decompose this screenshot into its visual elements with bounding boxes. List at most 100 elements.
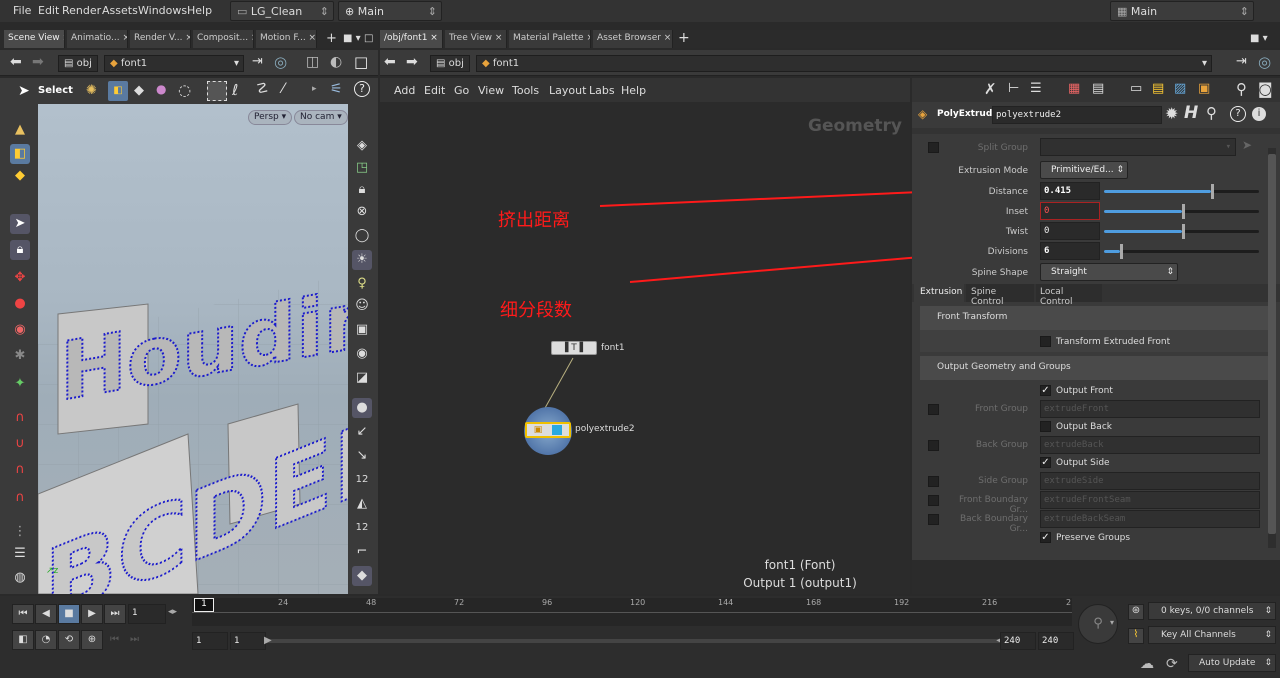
target-icon[interactable]: ◌ [178,81,191,99]
divisions-field[interactable]: 6 [1040,242,1100,260]
lock-camera-icon[interactable]: 🔒︎ [352,180,372,200]
light-icon[interactable]: ☀ [352,250,372,270]
bottom-display-icon[interactable]: ◆ [352,566,372,586]
scale-icon[interactable]: ◉ [10,320,30,340]
visibility-icon[interactable]: ◉ [352,344,372,364]
net-menu-go[interactable]: Go [454,84,469,97]
chevron-right-icon[interactable]: ▸ [312,84,317,94]
range-start-field[interactable]: 1 [192,632,228,650]
node-name-field[interactable]: polyextrude2 [992,106,1162,124]
front-transform-section[interactable]: Front Transform [920,306,1268,330]
select-arrow-icon[interactable]: ➤ [1242,138,1252,152]
output-back-checkbox[interactable] [1040,421,1051,432]
play-reverse-icon[interactable]: ◀ [35,604,57,624]
network-editor[interactable]: Geometry 挤出距离 细分段数 ▐ T ▌ font1 ▣ polyext… [380,102,910,594]
range-start2-field[interactable]: 1 [230,632,266,650]
add-tab-icon[interactable]: + [678,30,690,46]
image-icon[interactable]: ▨ [1174,81,1186,96]
tab-spine-control[interactable]: Spine Control [966,284,1034,307]
list-icon[interactable]: ☰ [1030,81,1042,96]
step-frame-icon[interactable]: ◂▸ [168,607,177,617]
cube-select-icon[interactable]: ◧ [10,144,30,164]
normal-icon[interactable]: ↙ [352,422,372,442]
lasso-icon[interactable]: ℓ [232,81,238,99]
loop-icon[interactable]: ⟲ [58,630,80,650]
transform-front-checkbox[interactable] [1040,336,1051,347]
pointer-icon[interactable]: ➤ [10,214,30,234]
persp-menu[interactable]: Persp ▾ [248,110,293,125]
realtime-icon[interactable]: ◧ [12,630,34,650]
help-icon[interactable]: ? [354,81,370,97]
table-icon[interactable]: ▤ [1092,81,1104,96]
path-node[interactable]: ◆ font1 ▾ [104,55,244,72]
font-node-label[interactable]: font1 [601,343,625,353]
last-frame-icon[interactable]: ⏭ [104,604,126,624]
select-tool-label[interactable]: Select [38,85,73,96]
menu-edit[interactable]: Edit [38,4,59,17]
stop-icon[interactable]: ■ [58,604,80,624]
split-group-toggle[interactable] [928,142,939,153]
point-display-icon[interactable]: ● [352,398,372,418]
twist-slider[interactable] [1104,224,1259,239]
prim-number-icon[interactable]: 12 [352,518,372,538]
desktop-dropdown[interactable]: ⊕ Main ⇕ [338,1,442,21]
box-icon[interactable]: ▣ [1198,81,1210,96]
ortho-icon[interactable]: ⌐ [352,542,372,562]
range-end2-field[interactable]: 240 [1038,632,1074,650]
camera-menu[interactable]: No cam ▾ [294,110,348,125]
path-node[interactable]: ◆ font1 ▾ [476,55,1212,72]
filter-icon[interactable]: ⚟ [330,81,343,97]
divisions-slider[interactable] [1104,244,1259,259]
polyextrude-node[interactable]: ▣ [525,422,571,438]
spine-shape-dropdown[interactable]: Straight ⇕ [1040,263,1178,281]
pin-display-icon[interactable]: ↘ [352,446,372,466]
magnet-icon[interactable]: ∩ [10,408,30,428]
tab-network-path[interactable]: /obj/font1 × [380,30,443,48]
keyframe-icon[interactable]: ⊛ [1128,604,1144,620]
tab-tree-view[interactable]: Tree View × [445,30,507,48]
shading-icon[interactable]: ◯ [352,226,372,246]
forward-arrow-icon[interactable]: ➡ [32,54,44,70]
auto-update-dropdown[interactable]: Auto Update ⇕ [1188,654,1276,672]
object-mode-icon[interactable]: ✺ [86,83,97,98]
snap-curve-icon[interactable]: ∪ [10,434,30,454]
range-end-icon[interactable]: ⏭ [130,634,139,645]
inset-field[interactable]: 0 [1040,202,1100,220]
range-left-handle[interactable]: ▶ [264,635,272,646]
scene-viewport[interactable]: Houdini BCDEFG Persp ▾ No cam ▾ ↗z [38,104,348,594]
path-obj[interactable]: ▤ obj [430,55,470,72]
tab-scene-view[interactable]: Scene View × [4,30,65,48]
smooth-shade-icon[interactable]: ◳ [352,158,372,178]
keys-info-dropdown[interactable]: 0 keys, 0/0 channels ⇕ [1148,602,1276,620]
chevron-down-icon[interactable]: ▾ [1110,618,1114,627]
preserve-groups-checkbox[interactable]: ✓ [1040,532,1051,543]
refresh-icon[interactable]: ⟳ [1166,656,1178,672]
texture-icon[interactable]: ▣ [352,320,372,340]
info-icon[interactable]: i [1252,107,1266,121]
tab-material-palette[interactable]: Material Palette × [509,30,591,48]
play-icon[interactable]: ▶ [81,604,103,624]
side-group-field[interactable]: extrudeSide [1040,472,1260,490]
display-icon[interactable]: □ [354,53,368,71]
extrusion-mode-dropdown[interactable]: Primitive/Ed... ⇕ [1040,161,1128,179]
bulb-icon[interactable]: ♀ [352,274,372,294]
net-menu-tools[interactable]: Tools [512,84,539,97]
net-menu-layout[interactable]: Layout [549,84,586,97]
move-icon[interactable]: ✥ [10,268,30,288]
menu-render[interactable]: Render [62,4,101,17]
scrollbar-thumb[interactable] [1268,154,1276,534]
twist-field[interactable]: 0 [1040,222,1100,240]
stack-icon[interactable]: ☰ [10,544,30,564]
dots-icon[interactable]: ⋮ [10,522,30,542]
lock-icon[interactable]: 🔒︎ [10,240,30,260]
search-icon[interactable]: ⚲ [1236,80,1247,98]
net-menu-add[interactable]: Add [394,84,415,97]
polyextrude-node-label[interactable]: polyextrude2 [575,424,635,434]
menu-windows[interactable]: Windows [138,4,187,17]
back-boundary-toggle[interactable] [928,514,939,525]
cube-icon[interactable]: ◫ [306,54,319,70]
handle-tool-icon[interactable]: ▲ [10,120,30,140]
net-menu-edit[interactable]: Edit [424,84,445,97]
template-icon[interactable]: ◪ [352,368,372,388]
scene-dropdown[interactable]: ▭ LG_Clean ⇕ [230,1,334,21]
